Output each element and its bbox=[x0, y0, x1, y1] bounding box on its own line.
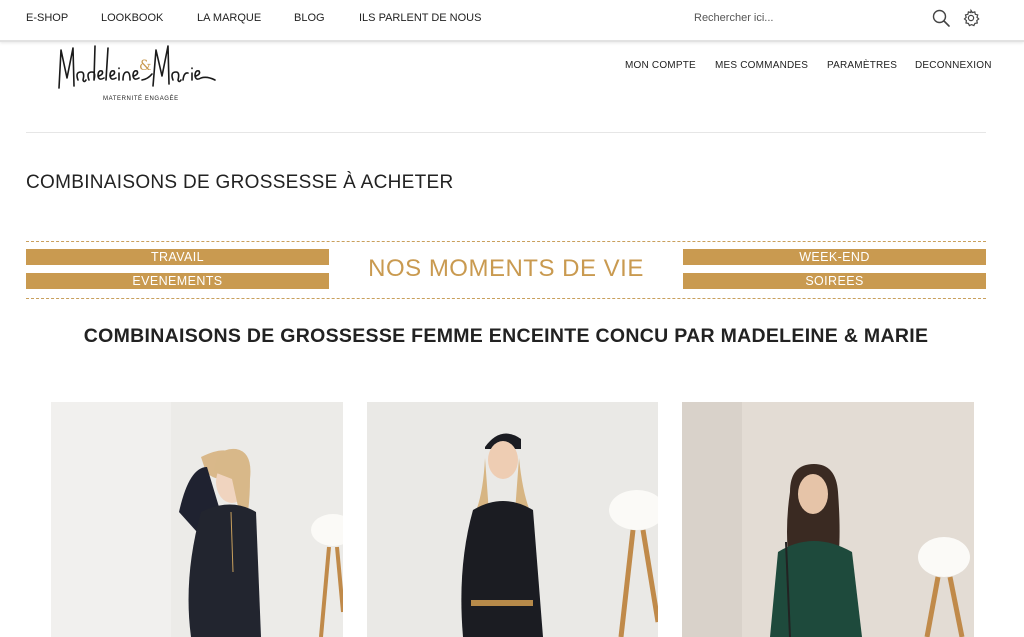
brand-tagline: MATERNITÉ ENGAGÉE bbox=[103, 96, 179, 102]
nav-eshop[interactable]: E-SHOP bbox=[26, 12, 68, 24]
product-card[interactable] bbox=[682, 402, 974, 637]
top-bar: E-SHOP LOOKBOOK LA MARQUE BLOG ILS PARLE… bbox=[0, 0, 1024, 42]
product-card[interactable] bbox=[51, 402, 343, 637]
moment-evenements-button[interactable]: EVENEMENTS bbox=[26, 273, 329, 289]
section-heading: COMBINAISONS DE GROSSESSE FEMME ENCEINTE… bbox=[83, 325, 929, 347]
product-card[interactable] bbox=[367, 402, 658, 637]
nav-mes-commandes[interactable]: MES COMMANDES bbox=[715, 60, 808, 71]
nav-lookbook[interactable]: LOOKBOOK bbox=[101, 12, 163, 24]
nav-parametres[interactable]: PARAMÈTRES bbox=[827, 60, 897, 71]
moment-travail-button[interactable]: TRAVAIL bbox=[26, 249, 329, 265]
nav-deconnexion[interactable]: DECONNEXION bbox=[915, 60, 992, 71]
moment-week-end-button[interactable]: WEEK-END bbox=[683, 249, 986, 265]
nav-la-marque[interactable]: LA MARQUE bbox=[197, 12, 261, 24]
gear-icon[interactable] bbox=[961, 8, 981, 28]
header-divider bbox=[26, 132, 986, 133]
nav-blog[interactable]: BLOG bbox=[294, 12, 325, 24]
nav-ils-parlent-de-nous[interactable]: ILS PARLENT DE NOUS bbox=[359, 12, 481, 24]
search-icon[interactable] bbox=[931, 8, 951, 28]
product-photo bbox=[51, 402, 343, 637]
moments-title: NOS MOMENTS DE VIE bbox=[368, 255, 644, 282]
moments-divider-bottom bbox=[26, 298, 986, 299]
product-photo bbox=[367, 402, 658, 637]
page-title: COMBINAISONS DE GROSSESSE À ACHETER bbox=[26, 172, 454, 193]
moments-divider-top bbox=[26, 241, 986, 242]
nav-mon-compte[interactable]: MON COMPTE bbox=[625, 60, 696, 71]
search-input[interactable] bbox=[690, 8, 920, 28]
moment-soirees-button[interactable]: SOIREES bbox=[683, 273, 986, 289]
product-photo bbox=[682, 402, 974, 637]
svg-text:&: & bbox=[139, 58, 151, 74]
